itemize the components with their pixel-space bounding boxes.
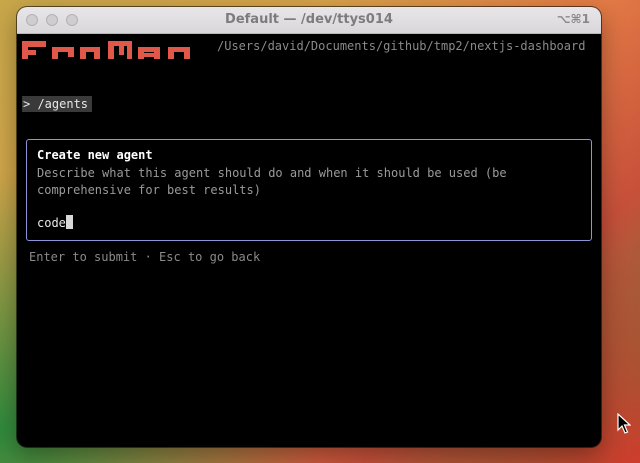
input-value: code (37, 216, 66, 230)
pixel-wordmark-logo (22, 41, 202, 59)
terminal-window: Default — /dev/ttys014 ⌥⌘1 /Users/david/… (17, 7, 601, 447)
panel-description: Describe what this agent should do and w… (37, 166, 507, 197)
agent-description-input[interactable]: code (37, 215, 73, 230)
mouse-pointer-icon (617, 413, 631, 434)
current-directory: /Users/david/Documents/github/tmp2/nextj… (217, 39, 586, 53)
panel-title: Create new agent (37, 148, 153, 162)
create-agent-panel: Create new agent Describe what this agen… (26, 139, 592, 241)
window-shortcut: ⌥⌘1 (556, 12, 590, 26)
window-title: Default — /dev/ttys014 (225, 12, 393, 27)
keyboard-hint: Enter to submit · Esc to go back (29, 250, 261, 264)
terminal-content[interactable]: /Users/david/Documents/github/tmp2/nextj… (17, 34, 601, 447)
text-cursor (65, 215, 73, 229)
command-line: > /agents (22, 96, 93, 112)
title-bar[interactable]: Default — /dev/ttys014 ⌥⌘1 (17, 7, 601, 34)
